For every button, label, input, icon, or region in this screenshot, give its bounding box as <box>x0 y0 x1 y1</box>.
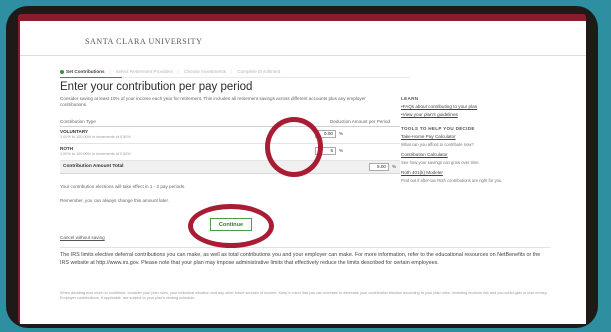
disclaimer-text: When deciding how much to contribute, co… <box>60 291 548 300</box>
page-title: Enter your contribution per pay period <box>60 81 253 93</box>
column-header-type: Contribution Type <box>60 119 96 124</box>
highlight-circle-inputs <box>265 117 323 177</box>
tool-description: See how your savings can grow over time. <box>401 160 480 166</box>
row-range: 1.00% to 100.00% in increments of 0.50% <box>60 152 131 156</box>
tool-description: Find out if after-tax Roth contributions… <box>401 178 503 184</box>
step-separator: | <box>177 69 180 74</box>
tool-description: What can you afford to contribute now? <box>401 142 474 147</box>
step-select-providers[interactable]: Select Retirement Providers <box>116 69 173 74</box>
browser-screen: SANTA CLARA UNIVERSITY Set Contributions… <box>20 21 586 324</box>
progress-steps: Set Contributions | Select Retirement Pr… <box>60 69 280 74</box>
table-header: Contribution Type Deduction Amount per P… <box>60 118 400 127</box>
percent-unit: % <box>339 131 344 136</box>
header-divider <box>20 55 586 56</box>
university-logo: SANTA CLARA UNIVERSITY <box>85 37 203 46</box>
sidebar: LEARN FAQs about contributing to your pl… <box>401 96 531 189</box>
total-percent-field: 5.00 <box>369 163 389 171</box>
step-separator: | <box>231 69 233 74</box>
step-set-contributions[interactable]: Set Contributions <box>60 69 105 74</box>
learn-heading: LEARN <box>401 96 419 101</box>
percent-unit: % <box>392 164 397 169</box>
contribution-table: Contribution Type Deduction Amount per P… <box>60 118 400 174</box>
take-home-pay-link[interactable]: Take-Home Pay Calculator <box>401 134 531 139</box>
total-label: Contribution Amount Total <box>63 164 124 169</box>
remember-note: Remember, you can always change this amo… <box>60 198 170 203</box>
table-row-roth: ROTH 1.00% to 100.00% in increments of 0… <box>60 144 400 161</box>
content-divider <box>60 247 550 248</box>
row-range: 1.00% to 100.00% in increments of 0.50% <box>60 135 131 139</box>
contribution-calculator-link[interactable]: Contribution Calculator <box>401 152 531 157</box>
effective-note: Your contribution elections will take ef… <box>60 184 186 189</box>
row-label: ROTH <box>60 146 74 151</box>
table-total-row: Contribution Amount Total 5.00 % <box>60 161 400 174</box>
intro-text: Consider saving at least 10% of your inc… <box>60 96 366 107</box>
percent-unit: % <box>339 148 344 153</box>
irs-limits-text: The IRS limits elective deferral contrib… <box>60 252 541 266</box>
column-header-amount: Deduction Amount per Period <box>330 119 391 124</box>
tools-heading: TOOLS TO HELP YOU DECIDE <box>401 126 475 131</box>
active-step-icon <box>60 69 64 74</box>
cancel-link[interactable]: Cancel without saving <box>60 235 105 240</box>
roth-modeler-link[interactable]: Roth 401(k) Modeler <box>401 170 531 175</box>
step-label: Set Contributions <box>66 69 105 74</box>
step-complete-enrollment[interactable]: Complete Enrollment <box>237 69 280 74</box>
step-separator: | <box>109 69 111 74</box>
faq-link[interactable]: FAQs about contributing to your plan <box>401 104 531 109</box>
table-row-voluntary: VOLUNTARY 1.00% to 100.00% in increments… <box>60 127 400 144</box>
row-label: VOLUNTARY <box>60 129 89 134</box>
step-choose-investments[interactable]: Choose Investments <box>184 69 226 74</box>
step-progress-fill <box>60 77 122 78</box>
highlight-circle-continue <box>188 204 274 248</box>
guidelines-link[interactable]: View your plan's guidelines <box>401 112 531 117</box>
